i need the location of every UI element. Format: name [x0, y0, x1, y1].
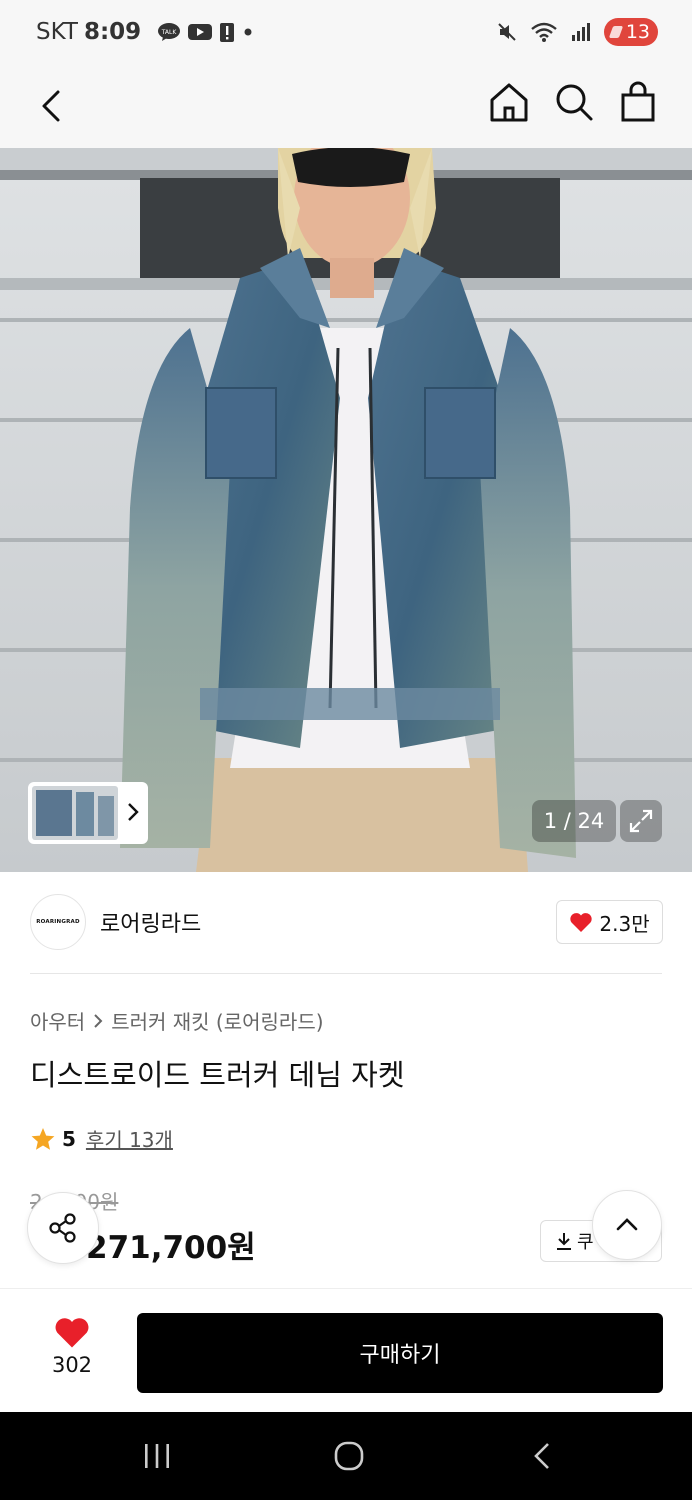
thumbnail-strip[interactable]	[28, 782, 148, 844]
recent-apps-icon[interactable]	[142, 1442, 172, 1470]
chevron-up-icon	[616, 1218, 638, 1231]
home-icon[interactable]	[486, 80, 532, 126]
scroll-top-button[interactable]	[592, 1190, 662, 1260]
coupon-label: 쿠	[577, 1232, 594, 1253]
carrier-label: SKT	[36, 19, 78, 45]
review-link[interactable]: 후기 13개	[86, 1124, 173, 1153]
system-navigation-bar	[0, 1412, 692, 1500]
product-image[interactable]	[0, 148, 692, 872]
status-left: SKT 8:09 TALK	[36, 16, 255, 48]
home-button-icon[interactable]	[333, 1440, 365, 1472]
buy-button[interactable]: 구매하기	[137, 1313, 663, 1393]
shopping-bag-icon[interactable]	[616, 80, 660, 124]
brand-name[interactable]: 로어링라드	[100, 906, 201, 938]
product-photo	[0, 148, 692, 872]
kakaotalk-icon: TALK	[158, 23, 181, 41]
rating-score: 5	[62, 1126, 76, 1151]
signal-icon	[571, 23, 590, 41]
breadcrumb-subcategory[interactable]: 트러커 재킷 (로어링라드)	[111, 1006, 323, 1035]
status-bar: SKT 8:09 TALK 13	[0, 0, 692, 64]
system-back-icon[interactable]	[530, 1440, 556, 1472]
image-counter: 1 / 24	[532, 800, 616, 842]
divider	[30, 973, 662, 974]
brand-row[interactable]: ROARINGRAD 로어링라드 2.3만	[0, 872, 692, 974]
wifi-icon	[531, 22, 557, 42]
wishlist-button[interactable]: 302	[38, 1315, 106, 1385]
expand-button[interactable]	[620, 800, 662, 842]
notification-icons: TALK	[157, 21, 255, 43]
expand-icon	[629, 809, 653, 833]
youtube-icon	[188, 24, 213, 40]
brand-like-count: 2.3만	[599, 911, 650, 936]
svg-text:TALK: TALK	[161, 29, 178, 36]
alert-icon	[220, 23, 235, 42]
heart-icon	[570, 913, 593, 932]
dot-icon	[244, 28, 252, 36]
share-icon	[49, 1213, 76, 1243]
chevron-right-icon	[94, 1013, 103, 1028]
thumbnail-image	[32, 786, 118, 840]
download-icon	[557, 1233, 571, 1250]
product-title: 디스트로이드 트러커 데님 자켓	[30, 1058, 405, 1092]
top-navigation	[0, 64, 692, 148]
search-icon[interactable]	[552, 80, 596, 124]
mute-icon	[498, 23, 516, 41]
star-icon	[31, 1127, 55, 1150]
sale-price: 271,700원	[86, 1230, 256, 1266]
heart-icon	[55, 1318, 89, 1348]
chevron-right-icon	[128, 803, 139, 821]
back-icon[interactable]	[30, 82, 78, 130]
rating-row[interactable]: 5 후기 13개	[30, 1124, 173, 1153]
battery-indicator: 13	[603, 18, 658, 46]
breadcrumb: 아우터 트러커 재킷 (로어링라드)	[30, 1006, 324, 1035]
brand-like-button[interactable]: 2.3만	[556, 900, 663, 944]
brand-logo[interactable]: ROARINGRAD	[30, 894, 86, 950]
share-button[interactable]	[27, 1192, 99, 1264]
breadcrumb-category[interactable]: 아우터	[30, 1006, 85, 1035]
wishlist-count: 302	[51, 1353, 93, 1377]
bottom-action-bar: 302 구매하기	[0, 1288, 692, 1412]
clock: 8:09	[83, 19, 142, 45]
status-right: 13	[496, 16, 658, 48]
